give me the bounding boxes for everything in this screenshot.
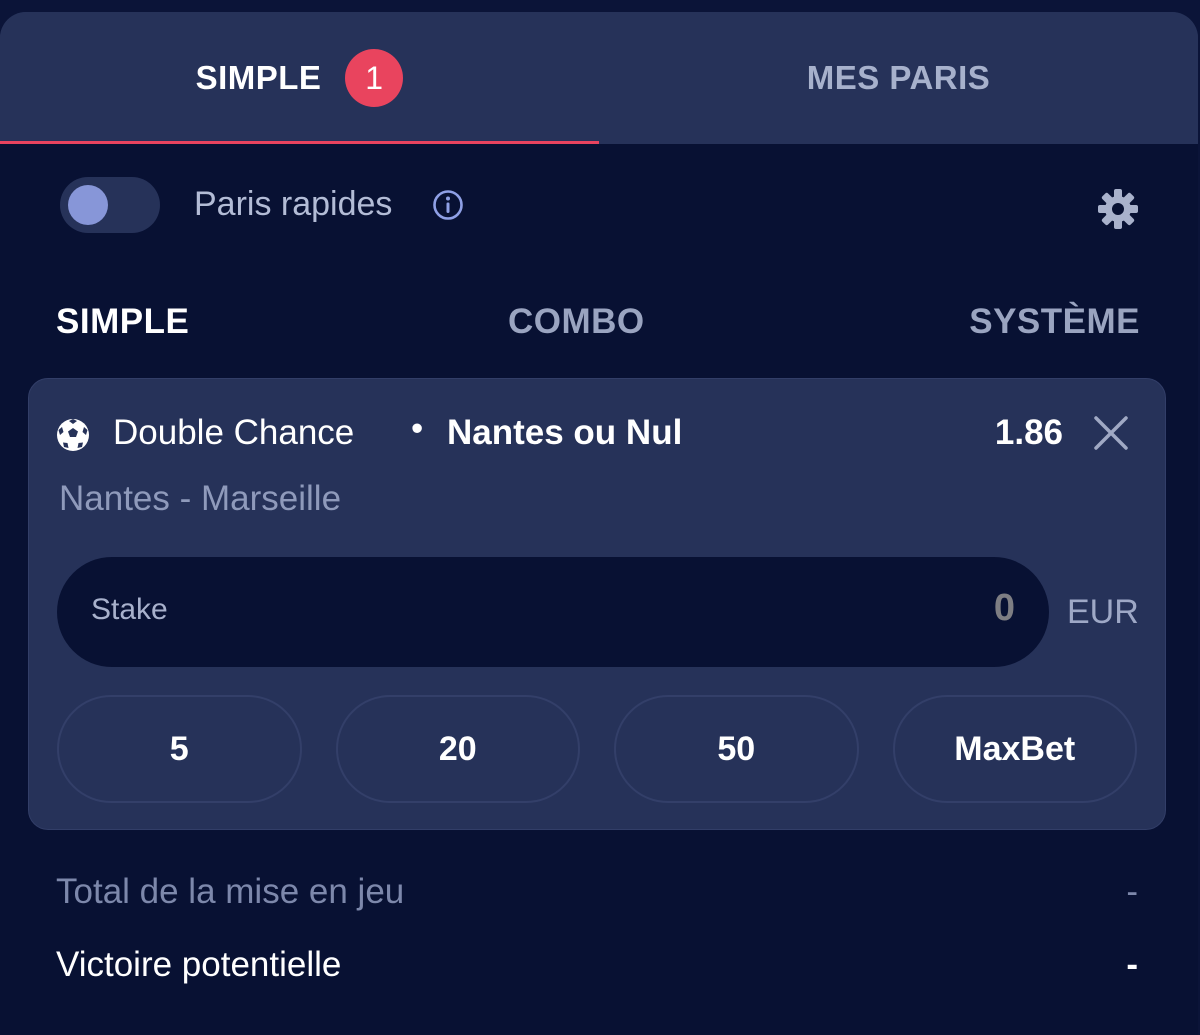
- quick-bets-row: Paris rapides: [60, 177, 1140, 233]
- total-stake-label: Total de la mise en jeu: [56, 872, 405, 911]
- quick-stake-20-button[interactable]: 20: [335, 695, 580, 803]
- currency-label: EUR: [1067, 593, 1139, 631]
- close-icon[interactable]: [1093, 415, 1129, 451]
- match-name: Nantes - Marseille: [59, 479, 342, 518]
- tab-simple[interactable]: SIMPLE 1: [0, 12, 599, 144]
- total-stake-row: Total de la mise en jeu -: [56, 872, 1140, 916]
- quick-stake-buttons: 5 20 50 MaxBet: [57, 695, 1137, 803]
- selection-pick: Nantes ou Nul: [447, 413, 683, 452]
- quick-bets-label: Paris rapides: [194, 185, 393, 223]
- odds-value: 1.86: [994, 413, 1063, 452]
- bet-type-combo[interactable]: COMBO: [508, 302, 645, 342]
- tab-my-bets[interactable]: MES PARIS: [599, 12, 1198, 144]
- total-stake-value: -: [1126, 872, 1138, 911]
- potential-win-label: Victoire potentielle: [56, 945, 342, 984]
- quick-bets-toggle[interactable]: [60, 177, 160, 233]
- potential-win-value: -: [1126, 945, 1138, 984]
- max-bet-button[interactable]: MaxBet: [892, 695, 1137, 803]
- market-name: Double Chance: [113, 413, 355, 452]
- tab-simple-label: SIMPLE: [195, 59, 322, 96]
- selection-count-badge: 1: [345, 49, 404, 107]
- tab-simple-content: SIMPLE 1: [196, 49, 404, 107]
- bet-type-selector: SIMPLE COMBO SYSTÈME: [56, 292, 1142, 342]
- info-icon[interactable]: [432, 189, 464, 221]
- bet-type-system[interactable]: SYSTÈME: [969, 302, 1140, 342]
- separator-dot: •: [411, 409, 424, 448]
- bet-type-simple[interactable]: SIMPLE: [56, 302, 189, 342]
- quick-stake-5-button[interactable]: 5: [57, 695, 302, 803]
- selection-card: Double Chance • Nantes ou Nul 1.86 Nante…: [28, 378, 1166, 830]
- stake-value: 0: [993, 587, 1015, 629]
- stake-placeholder: Stake: [91, 593, 168, 626]
- potential-win-row: Victoire potentielle -: [56, 945, 1140, 989]
- bet-slip-tabs: SIMPLE 1 MES PARIS: [0, 12, 1198, 144]
- bet-slip-panel: SIMPLE 1 MES PARIS Paris rapides SIMPLE …: [0, 12, 1198, 1035]
- quick-stake-50-button[interactable]: 50: [614, 695, 859, 803]
- soccer-ball-icon: [57, 419, 89, 451]
- gear-icon[interactable]: [1096, 187, 1140, 231]
- toggle-knob: [68, 185, 108, 225]
- stake-input[interactable]: Stake 0: [57, 557, 1049, 667]
- tab-my-bets-label: MES PARIS: [806, 59, 991, 96]
